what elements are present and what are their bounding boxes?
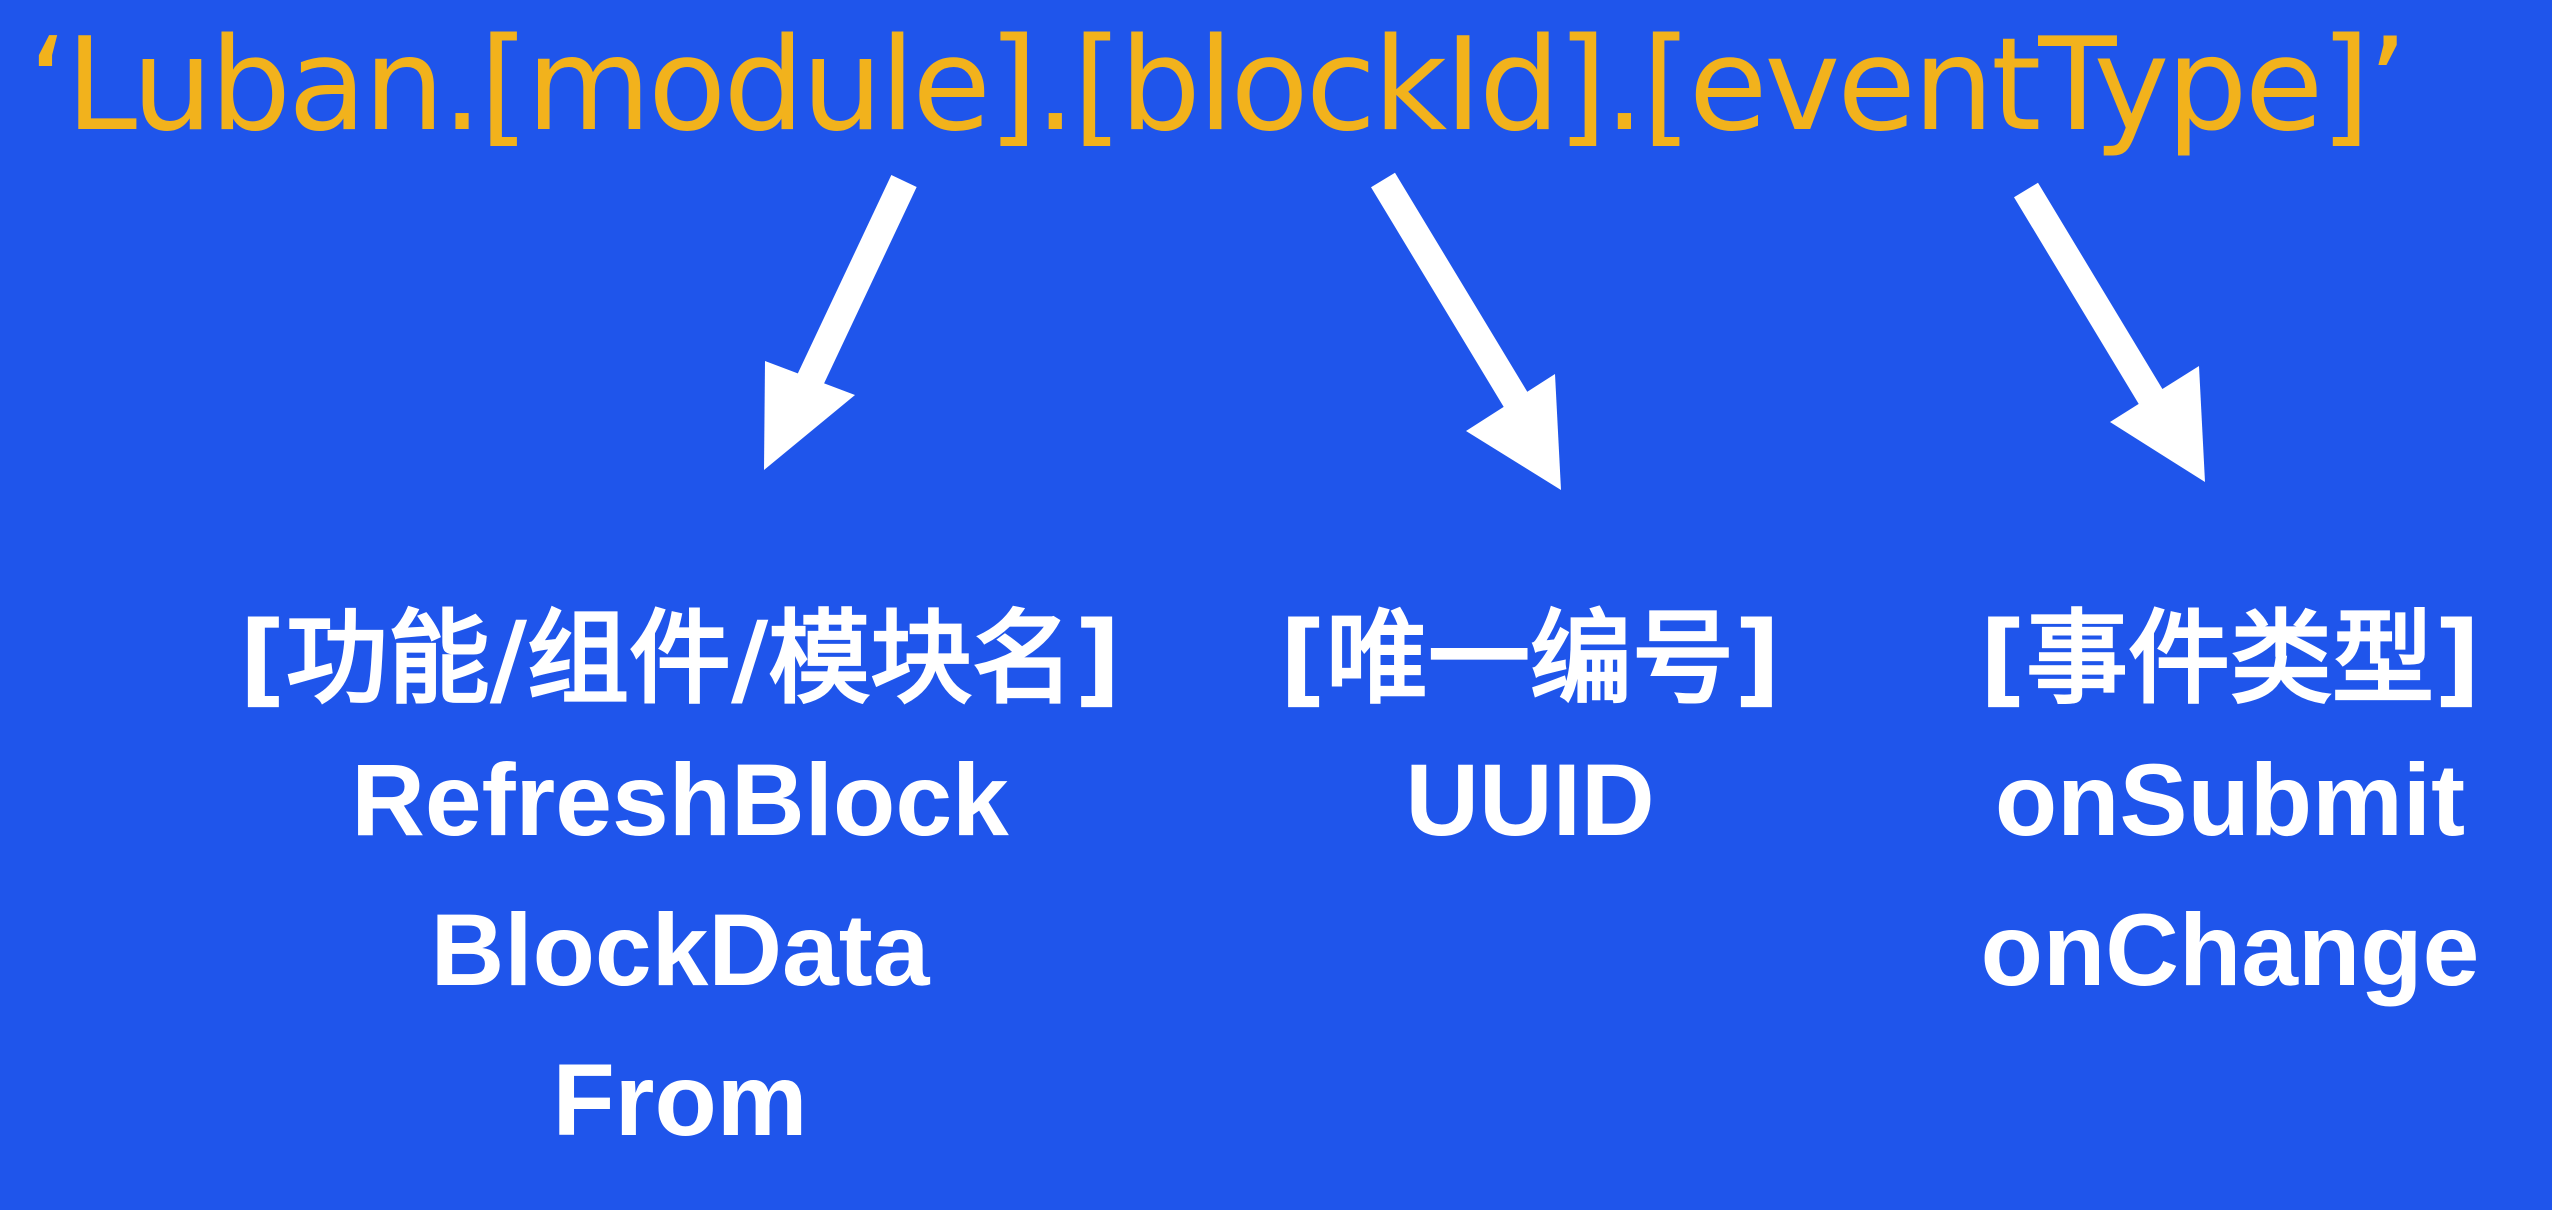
module-value-refreshblock: RefreshBlock (351, 743, 1009, 857)
module-column: [功能/组件/模块名] RefreshBlock BlockData From (220, 595, 1140, 1175)
module-column-title: [功能/组件/模块名] (239, 600, 1121, 719)
event-type-column-title: [事件类型] (1979, 600, 2481, 719)
event-type-column: [事件类型] onSubmit onChange (1955, 595, 2505, 1025)
module-value-blockdata: BlockData (430, 893, 930, 1007)
event-type-value-onchange: onChange (1980, 893, 2480, 1007)
arrow-event-type (2014, 182, 2205, 482)
block-id-column: [唯一编号] UUID (1260, 595, 1800, 875)
event-type-value-onsubmit: onSubmit (1994, 743, 2466, 857)
block-id-column-title: [唯一编号] (1279, 600, 1781, 719)
arrow-block-id (1371, 172, 1561, 490)
arrow-module (764, 175, 917, 470)
block-id-value-uuid: UUID (1405, 743, 1655, 857)
module-value-from: From (552, 1043, 808, 1157)
